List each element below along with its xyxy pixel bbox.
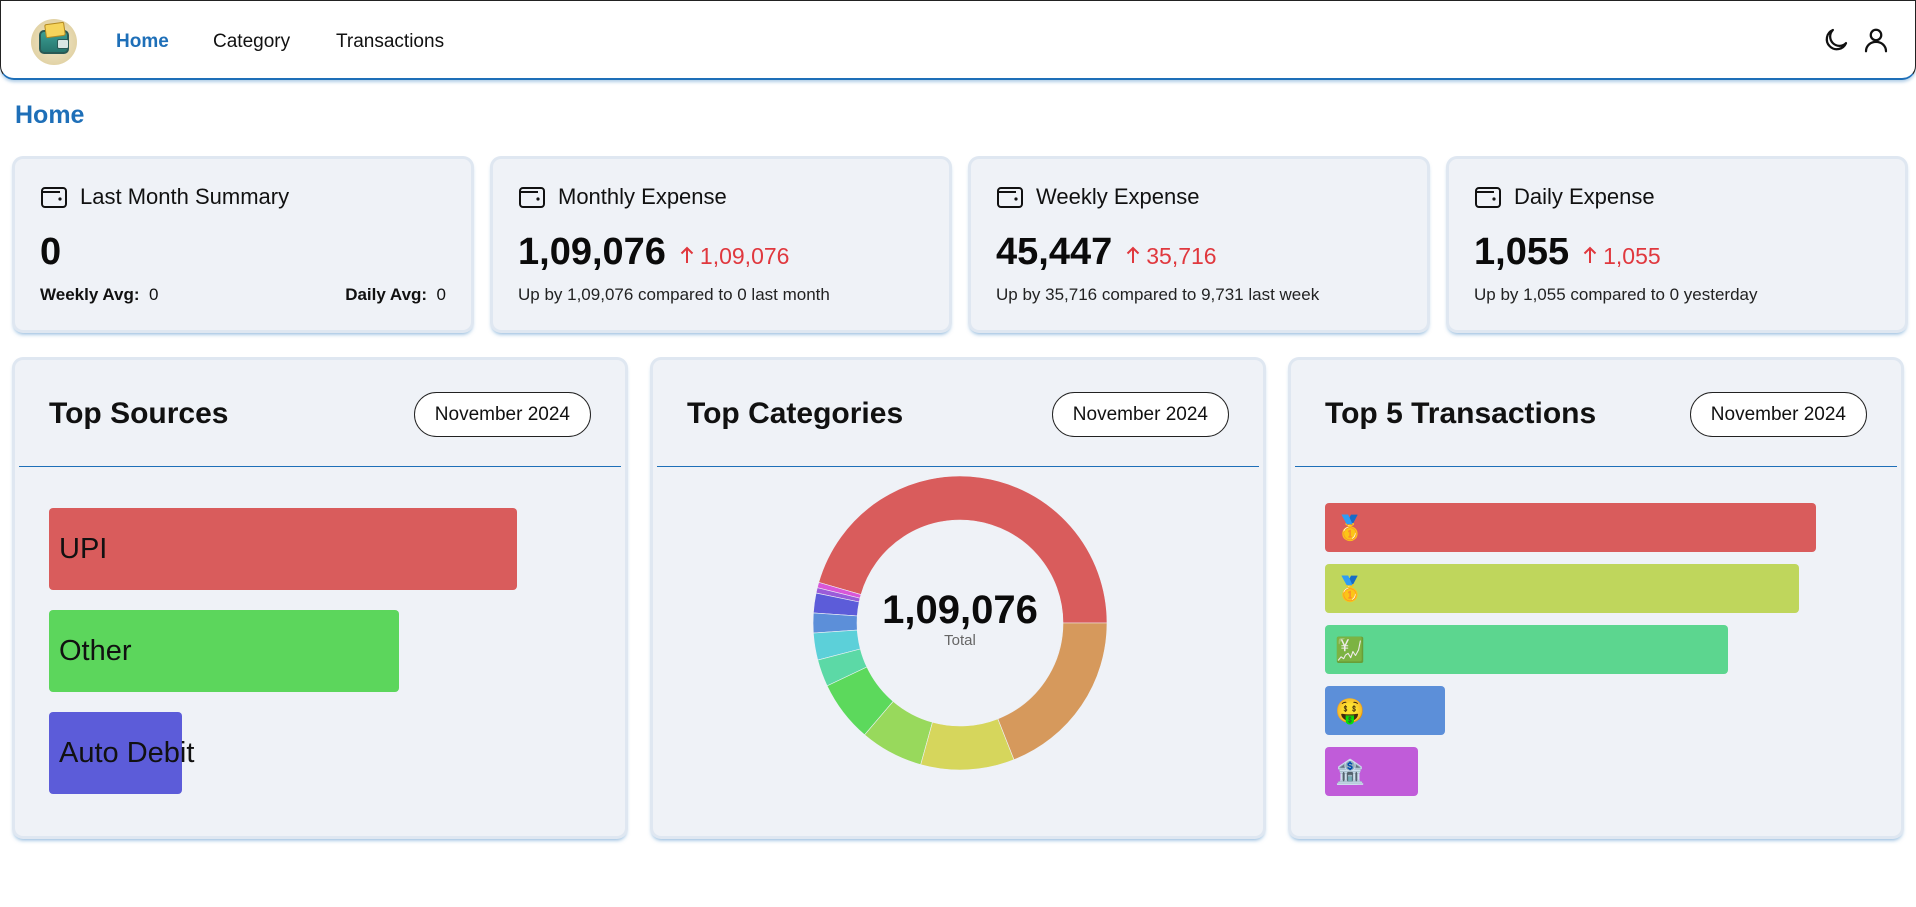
donut-total-value: 1,09,076 (882, 588, 1038, 632)
stat-label: Last Month Summary (80, 184, 290, 209)
wallet-icon (519, 187, 545, 208)
stat-card-last-month-summary: Last Month Summary 0 Weekly Avg: 0 Daily… (15, 159, 471, 330)
month-selector-button[interactable]: November 2024 (413, 392, 591, 437)
wallet-logo-icon (39, 30, 69, 54)
panel-title: Top Categories (687, 397, 904, 430)
arrow-up-icon (1583, 246, 1597, 263)
app-logo[interactable] (31, 19, 77, 65)
transaction-category-emoji-icon: 🏦 (1335, 757, 1365, 786)
stat-card-daily-expense: Daily Expense 1,055 1,055 Up by 1,055 co… (1449, 159, 1905, 330)
stat-label: Daily Expense (1514, 184, 1655, 209)
stat-delta-value: 35,716 (1146, 243, 1217, 269)
weekly-avg-value: 0 (148, 285, 159, 304)
nav-link-home[interactable]: Home (116, 31, 169, 53)
theme-toggle-moon-icon[interactable] (1821, 25, 1851, 55)
stat-value: 1,09,076 (518, 231, 666, 273)
transaction-bar[interactable]: 🤑 (1325, 686, 1445, 735)
stat-card-monthly-expense: Monthly Expense 1,09,076 1,09,076 Up by … (493, 159, 949, 330)
top-categories-panel: Top Categories November 2024 1,09,076 To… (653, 360, 1263, 836)
donut-total-label: Total (944, 632, 976, 649)
panel-divider (19, 466, 621, 467)
transaction-bar[interactable]: 🥇 (1325, 564, 1799, 613)
arrow-up-icon (680, 246, 694, 263)
donut-segment[interactable] (920, 718, 1015, 771)
stat-subtitle: Up by 1,09,076 compared to 0 last month (518, 285, 830, 304)
stat-delta-value: 1,055 (1603, 243, 1661, 269)
stat-subtitle: Up by 1,055 compared to 0 yesterday (1474, 285, 1758, 304)
average-row: Weekly Avg: 0 Daily Avg: 0 (40, 285, 446, 305)
daily-avg-label: Daily Avg: (345, 285, 428, 304)
nav-link-category[interactable]: Category (213, 31, 290, 53)
stat-delta-value: 1,09,076 (699, 243, 790, 269)
stat-subtitle: Up by 35,716 compared to 9,731 last week (996, 285, 1320, 304)
transaction-category-emoji-icon: 🥇 (1335, 574, 1365, 603)
stat-label: Weekly Expense (1036, 184, 1200, 209)
wallet-icon (41, 187, 67, 208)
nav-link-transactions[interactable]: Transactions (336, 31, 444, 53)
source-bar[interactable]: Other (49, 610, 399, 692)
stat-label: Monthly Expense (558, 184, 727, 209)
transaction-category-emoji-icon: 💹 (1335, 635, 1365, 664)
source-bar[interactable]: Auto Debit (49, 712, 194, 794)
transaction-bar[interactable]: 💹 (1325, 625, 1728, 674)
month-selector-button[interactable]: November 2024 (1689, 392, 1867, 437)
source-bar-label: UPI (59, 532, 108, 565)
donut-chart-svg: 1,09,076 Total (812, 475, 1108, 771)
categories-donut-chart: 1,09,076 Total (653, 467, 1263, 836)
source-bar-label: Auto Debit (59, 736, 195, 769)
wallet-icon (1475, 187, 1501, 208)
top-transactions-panel: Top 5 Transactions November 2024 🥇 🥇 💹 🤑 🏦 (1291, 360, 1901, 836)
stat-value: 0 (40, 231, 62, 273)
stat-value: 45,447 (996, 231, 1113, 273)
transaction-bar[interactable]: 🥇 (1325, 503, 1816, 552)
donut-segment[interactable] (997, 622, 1108, 761)
panel-divider (1295, 466, 1897, 467)
wallet-icon (997, 187, 1023, 208)
transaction-bar[interactable]: 🏦 (1325, 747, 1418, 796)
panel-title: Top Sources (49, 397, 229, 430)
transaction-category-emoji-icon: 🥇 (1335, 513, 1365, 542)
panel-title: Top 5 Transactions (1325, 397, 1597, 430)
page-title: Home (15, 101, 85, 129)
top-sources-panel: Top Sources November 2024 UPI Other Auto D… (15, 360, 625, 836)
source-bar-label: Other (59, 634, 132, 667)
daily-avg-value: 0 (436, 285, 446, 304)
donut-segment[interactable] (812, 612, 858, 634)
arrow-up-icon (1127, 246, 1140, 263)
user-profile-icon[interactable] (1861, 25, 1891, 55)
stat-value: 1,055 (1474, 231, 1570, 273)
stat-delta: 35,716 (1126, 243, 1217, 270)
stat-delta: 1,09,076 (680, 243, 790, 270)
month-selector-button[interactable]: November 2024 (1051, 392, 1229, 437)
stat-delta: 1,055 (1583, 243, 1661, 270)
top-navbar: Home Category Transactions (0, 0, 1916, 80)
weekly-avg-label: Weekly Avg: (40, 285, 140, 304)
transaction-category-emoji-icon: 🤑 (1335, 696, 1365, 725)
source-bar[interactable]: UPI (49, 508, 517, 590)
stat-card-weekly-expense: Weekly Expense 45,447 35,716 Up by 35,71… (971, 159, 1427, 330)
